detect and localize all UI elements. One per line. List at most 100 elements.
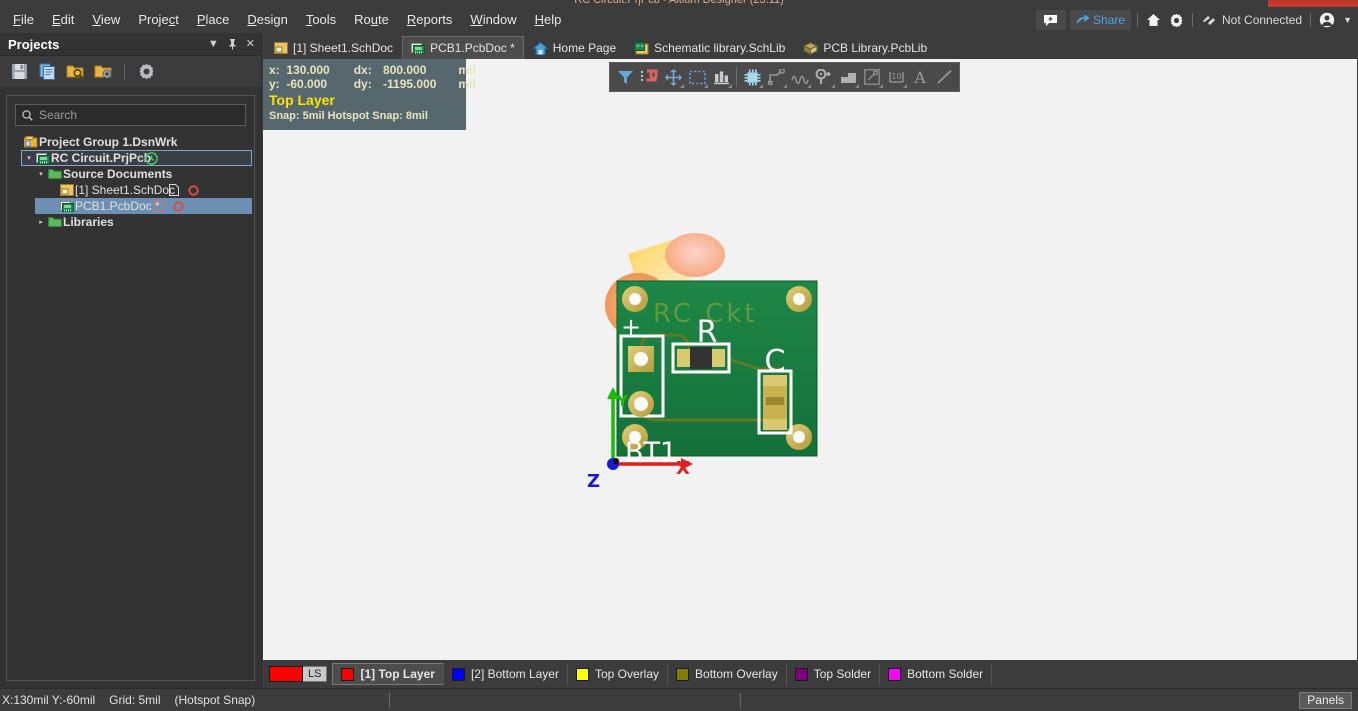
layer-tab-bottom-overlay[interactable]: Bottom Overlay [667,663,787,685]
layer-tab-2-bottom-layer[interactable]: [2] Bottom Layer [442,663,568,685]
document-tab-label: PCB1.PcbDoc * [430,41,515,55]
menu-tools[interactable]: Tools [297,9,345,31]
toolbar-divider [1310,13,1312,27]
vcs-status-icon[interactable] [173,200,184,212]
project-options-icon[interactable] [92,61,114,83]
layer-set-selector[interactable]: LS [269,666,328,682]
tree-item-label: Project Group 1.DsnWrk [39,135,178,149]
projects-panel-body: Project Group 1.DsnWrk ▾ RC Circuit.PrjPcb… [6,95,255,681]
layer-tab-bottom-solder[interactable]: Bottom Solder [879,663,993,685]
silk-polarity-plus: + [621,313,641,341]
expand-arrow-down-icon[interactable]: ▾ [35,170,47,178]
layer-tab-label: [2] Bottom Layer [470,667,559,681]
projects-panel: Projects ▼ ✕ Search Project Group 1.DsnW… [0,33,261,688]
document-tab-home-page[interactable]: Home Page [524,36,625,59]
status-divider [740,692,742,708]
menu-view[interactable]: View [83,9,129,31]
save-icon[interactable] [8,61,30,83]
menu-bar: File Edit View Project Place Design Tools Route… [0,7,1358,33]
window-close-region[interactable] [1268,0,1358,7]
expand-arrow-right-icon[interactable]: ▸ [35,218,47,226]
menu-window[interactable]: Window [461,9,525,31]
menu-project[interactable]: Project [129,9,187,31]
search-icon [22,109,33,121]
menu-route[interactable]: Route [345,9,398,31]
axis-label-y: Y [616,392,629,410]
pcb-project-icon [35,152,51,165]
tree-item-rc-circuit-prjpcb[interactable]: ▾ RC Circuit.PrjPcb [7,150,254,166]
chevron-down-icon: ▼ [1343,15,1352,25]
tree-item-label: [1] Sheet1.SchDoc [75,183,176,197]
account-avatar-icon[interactable]: ▼ [1315,12,1356,28]
panel-pin-button[interactable] [228,38,237,50]
layer-tab-label: Bottom Solder [907,667,984,681]
workspace-icon [23,135,39,149]
projects-panel-header: Projects ▼ ✕ [0,33,261,55]
pcb-doc-icon [411,42,426,55]
document-tab-pcb1-pcbdoc[interactable]: PCB1.PcbDoc * [402,36,524,59]
layer-tab-top-overlay[interactable]: Top Overlay [566,663,669,685]
layer-tab-label: Bottom Overlay [695,667,778,681]
layer-tab-1-top-layer[interactable]: [1] Top Layer [332,663,444,685]
menu-design[interactable]: Design [238,9,296,31]
search-input[interactable] [39,108,239,122]
pcb-lib-icon [803,41,819,55]
connection-status[interactable]: Not Connected [1197,13,1306,27]
panel-close-button[interactable]: ✕ [246,38,255,50]
expand-arrow-down-icon[interactable]: ▾ [23,154,35,162]
silk-designator-c: C [765,344,786,379]
tree-item-project-group-1-dsnwrk[interactable]: Project Group 1.DsnWrk [7,134,254,150]
layer-tab-label: Top Overlay [594,667,660,681]
tree-item-1-sheet1-schdoc[interactable]: [1] Sheet1.SchDoc [7,182,254,198]
layer-tab-label: [1] Top Layer [360,667,435,681]
tree-item-status-icons [145,150,158,166]
document-tab-label: PCB Library.PcbLib [823,41,928,55]
tree-item-label: RC Circuit.PrjPcb [51,151,152,165]
tree-item-status-icons [169,182,199,198]
menu-reports[interactable]: Reports [398,9,462,31]
pcb-doc-icon [59,200,75,213]
share-button[interactable]: Share [1069,10,1132,30]
document-icon[interactable] [169,184,180,196]
editor-area: [1] Sheet1.SchDoc PCB1.PcbDoc * Home Page S… [262,33,1358,688]
folder-icon [47,168,63,180]
projects-panel-toolbar [0,55,261,87]
panel-dropdown-button[interactable]: ▼ [208,38,219,50]
document-tab-bar: [1] Sheet1.SchDoc PCB1.PcbDoc * Home Page S… [262,33,1358,59]
disconnected-icon [1201,14,1217,26]
layer-tab-label: Top Solder [813,667,872,681]
document-modified-icon[interactable] [153,200,164,212]
document-tab-1-sheet1-schdoc[interactable]: [1] Sheet1.SchDoc [265,36,402,59]
settings-gear-icon[interactable] [135,61,157,83]
layer-tab-bar: LS [1] Top Layer [2] Bottom Layer Top Over… [263,660,1357,688]
mounting-hole [622,286,648,312]
pcb-3d-canvas[interactable]: x: 130.000 dx: 800.000 mil y: -60.000 dy… [263,59,1357,660]
comment-add-icon[interactable] [1035,10,1066,30]
open-project-icon[interactable] [64,61,86,83]
search-box[interactable] [15,104,246,126]
vcs-status-icon[interactable] [188,184,199,196]
project-tree: Project Group 1.DsnWrk ▾ RC Circuit.PrjPcb… [7,134,254,230]
menu-file[interactable]: File [4,9,43,31]
pcb-board-3d-view[interactable]: RC Ckt BT1 + R C X Y Z [263,59,1357,660]
layer-color-swatch [888,667,902,681]
tree-item-libraries[interactable]: ▸ Libraries [7,214,254,230]
home-icon[interactable] [1142,13,1165,27]
status-snap-mode: (Hotspot Snap) [174,693,256,707]
component-c [757,369,793,435]
clock-status-icon[interactable] [145,151,158,165]
gear-icon[interactable] [1165,13,1188,28]
tree-item-pcb1-pcbdoc[interactable]: PCB1.PcbDoc * [7,198,254,214]
layer-set-label: LS [303,666,328,682]
tree-item-source-documents[interactable]: ▾ Source Documents [7,166,254,182]
layer-color-swatch [341,667,355,681]
document-tab-schematic-library-schlib[interactable]: Schematic library.SchLib [625,36,794,59]
schematic-lib-icon [634,41,649,55]
menu-help[interactable]: Help [526,9,571,31]
document-tab-pcb-library-pcblib[interactable]: PCB Library.PcbLib [794,36,936,59]
panels-button[interactable]: Panels [1299,692,1352,709]
compile-documents-icon[interactable] [36,61,58,83]
menu-place[interactable]: Place [188,9,239,31]
layer-tab-top-solder[interactable]: Top Solder [785,663,881,685]
menu-edit[interactable]: Edit [43,9,83,31]
